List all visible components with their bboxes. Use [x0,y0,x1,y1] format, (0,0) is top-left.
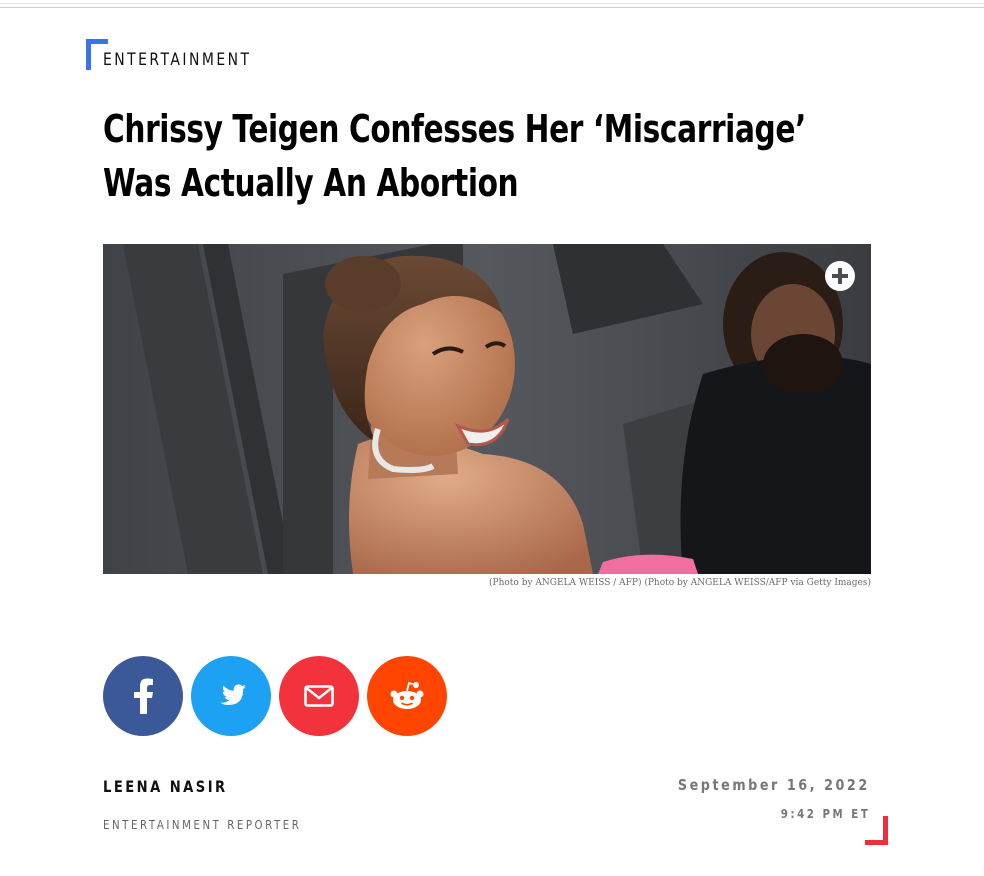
facebook-icon [134,678,153,714]
hero-image[interactable] [103,244,871,574]
author-name[interactable]: LEENA NASIR [103,777,228,796]
reddit-icon [390,681,424,709]
corner-bracket-bottom-right [865,816,888,845]
headline-line-2: Was Actually An Abortion [103,161,519,205]
author-role: ENTERTAINMENT REPORTER [103,818,302,832]
publish-time: 9:42 PM ET [780,807,870,821]
email-icon [304,685,334,707]
browser-top-edge [0,0,984,8]
category-label[interactable]: ENTERTAINMENT [103,50,251,70]
article-headline: Chrissy Teigen Confesses Her ‘Miscarriag… [103,102,883,210]
email-share-button[interactable] [279,656,359,736]
twitter-icon [220,684,246,705]
plus-circle-icon[interactable] [825,261,855,291]
image-caption: (Photo by ANGELA WEISS / AFP) (Photo by … [489,578,871,588]
facebook-share-button[interactable] [103,656,183,736]
headline-line-1: Chrissy Teigen Confesses Her ‘Miscarriag… [103,107,806,151]
reddit-share-button[interactable] [367,656,447,736]
hero-photo [103,244,871,574]
publish-date: September 16, 2022 [678,776,870,794]
twitter-share-button[interactable] [191,656,271,736]
